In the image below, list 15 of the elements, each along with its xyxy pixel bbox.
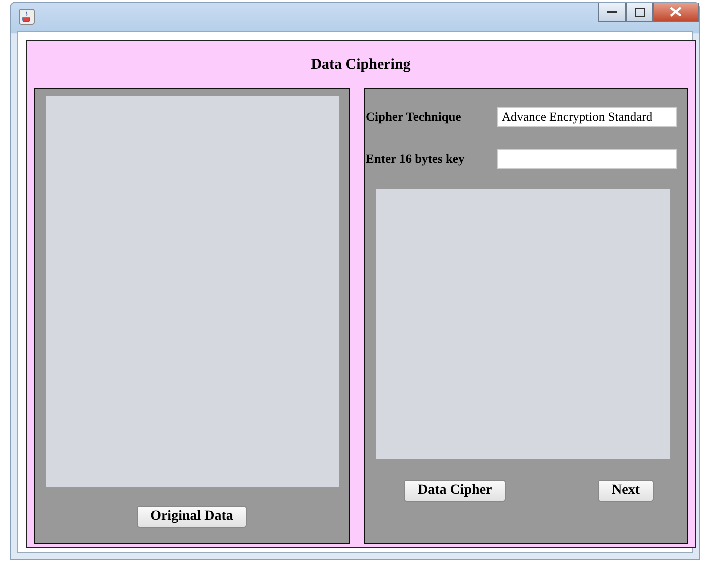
minimize-button[interactable] bbox=[598, 3, 626, 22]
java-cup-icon bbox=[19, 9, 35, 25]
maximize-icon bbox=[634, 8, 644, 16]
next-button[interactable]: Next bbox=[598, 480, 654, 502]
text-field[interactable]: Advance Encryption Standard bbox=[497, 107, 677, 127]
panel-title: Data Ciphering bbox=[310, 56, 412, 75]
close-icon bbox=[670, 7, 682, 17]
text-field[interactable] bbox=[497, 149, 677, 169]
maximize-button[interactable] bbox=[626, 3, 653, 22]
field-label: Enter 16 bytes key bbox=[366, 152, 465, 166]
close-button[interactable] bbox=[653, 3, 699, 22]
field-label: Cipher Technique bbox=[366, 110, 462, 124]
minimize-icon bbox=[607, 10, 617, 14]
original-data-button[interactable]: Original Data bbox=[136, 506, 248, 528]
data-cipher-button[interactable]: Data Cipher bbox=[404, 480, 506, 502]
